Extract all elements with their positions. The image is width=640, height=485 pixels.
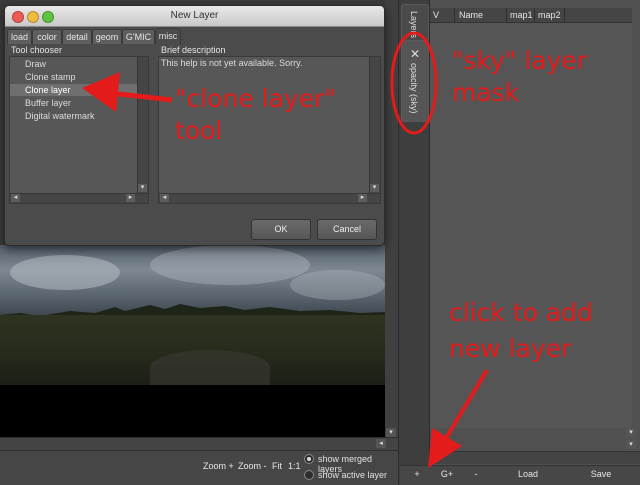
show-active-radio[interactable] [304, 470, 314, 480]
image-cloud [10, 255, 120, 290]
tab-load[interactable]: load [7, 29, 32, 44]
scroll-down-arrow[interactable]: ▾ [370, 184, 379, 192]
scroll-right-arrow[interactable]: ▸ [126, 194, 135, 202]
tab-layers[interactable]: Layers [401, 4, 429, 42]
list-item-clone-layer[interactable]: Clone layer [10, 84, 148, 96]
image-bottom-margin [0, 385, 385, 440]
add-group-button[interactable]: G+ [438, 469, 456, 479]
tab-color[interactable]: color [32, 29, 62, 44]
description-text: This help is not yet available. Sorry. [161, 58, 303, 68]
annotation-clone-tool-line2: tool [175, 116, 223, 145]
annotation-sky-mask-line2: mask [452, 78, 520, 107]
tab-geom[interactable]: geom [92, 29, 122, 44]
col-map1[interactable]: map1 [510, 10, 533, 20]
tool-list-horizontal-scrollbar[interactable]: ◂ ▸ [10, 193, 148, 203]
image-preview[interactable] [0, 245, 385, 440]
tab-sky-opacity-mask[interactable]: ✕ opacity (sky) [401, 40, 429, 122]
brief-description-label: Brief description [161, 45, 226, 55]
col-visible[interactable]: V [433, 10, 439, 20]
layers-button-bar: + G+ - Load Save [400, 465, 640, 485]
close-icon[interactable]: ✕ [410, 47, 420, 61]
dialog-titlebar[interactable]: New Layer [5, 6, 384, 27]
column-separator [534, 8, 535, 22]
fit-button[interactable]: Fit [272, 461, 282, 471]
tab-sky-opacity-label: opacity (sky) [409, 63, 419, 114]
layers-scroll-arrow[interactable]: ▾ [626, 440, 636, 449]
col-map2[interactable]: map2 [538, 10, 561, 20]
ok-button[interactable]: OK [251, 219, 311, 240]
one-to-one-button[interactable]: 1:1 [288, 461, 301, 471]
tab-gmic[interactable]: G'MIC [122, 29, 155, 44]
scroll-right-arrow[interactable]: ▸ [358, 194, 367, 202]
tab-layers-label: Layers [409, 11, 419, 39]
zoom-in-button[interactable]: Zoom + [203, 461, 234, 471]
annotation-add-layer-line2: new layer [449, 334, 572, 363]
annotation-sky-mask-line1: "sky" layer [452, 46, 588, 75]
column-separator [564, 8, 565, 22]
dialog-tabs: load color detail geom G'MIC misc [5, 28, 384, 45]
annotation-add-layer-line1: click to add [449, 298, 593, 327]
scroll-left-arrow[interactable]: ◂ [376, 439, 386, 448]
add-layer-button[interactable]: + [410, 469, 424, 479]
remove-layer-button[interactable]: - [470, 469, 482, 479]
column-separator [506, 8, 507, 22]
tool-list[interactable]: Draw Clone stamp Clone layer Buffer laye… [9, 56, 149, 204]
canvas-horizontal-scrollbar[interactable]: ◂ [0, 437, 398, 450]
list-item-digital-watermark[interactable]: Digital watermark [10, 110, 148, 122]
scroll-down-arrow[interactable]: ▾ [386, 428, 396, 437]
save-button[interactable]: Save [586, 469, 616, 479]
cancel-button[interactable]: Cancel [317, 219, 377, 240]
image-cloud [150, 245, 310, 285]
canvas-vertical-scrollbar[interactable]: ▾ ▾ [385, 0, 398, 452]
show-merged-radio[interactable] [304, 454, 314, 464]
description-horizontal-scrollbar[interactable]: ◂ ▸ [159, 193, 380, 203]
tool-list-vertical-scrollbar[interactable]: ▾ [137, 57, 148, 193]
annotation-clone-tool-line1: "clone layer" [175, 84, 336, 113]
tab-misc[interactable]: misc [155, 28, 181, 45]
dock-tab-strip: Layers ✕ opacity (sky) [399, 0, 430, 484]
show-active-label: show active layer [318, 470, 388, 480]
image-cloud [290, 270, 385, 300]
scroll-down-arrow[interactable]: ▾ [138, 184, 147, 192]
scroll-left-arrow[interactable]: ◂ [160, 194, 169, 202]
col-name[interactable]: Name [459, 10, 483, 20]
tool-chooser-label: Tool chooser [11, 45, 63, 55]
description-vertical-scrollbar[interactable]: ▾ [369, 57, 380, 193]
column-separator [454, 8, 455, 22]
view-toolbar: Zoom + Zoom - Fit 1:1 show merged layers… [0, 450, 398, 485]
image-path [150, 350, 270, 385]
zoom-out-button[interactable]: Zoom - [238, 461, 267, 471]
layers-table-header: V Name map1 map2 [430, 8, 632, 23]
tab-detail[interactable]: detail [62, 29, 92, 44]
layers-horizontal-scrollbar[interactable] [430, 451, 640, 464]
dialog-title: New Layer [170, 10, 219, 21]
layers-scroll-arrow[interactable]: ▾ [626, 428, 636, 437]
load-button[interactable]: Load [512, 469, 544, 479]
list-item-buffer-layer[interactable]: Buffer layer [10, 97, 148, 109]
list-item-draw[interactable]: Draw [10, 58, 148, 70]
list-item-clone-stamp[interactable]: Clone stamp [10, 71, 148, 83]
scroll-left-arrow[interactable]: ◂ [11, 194, 20, 202]
